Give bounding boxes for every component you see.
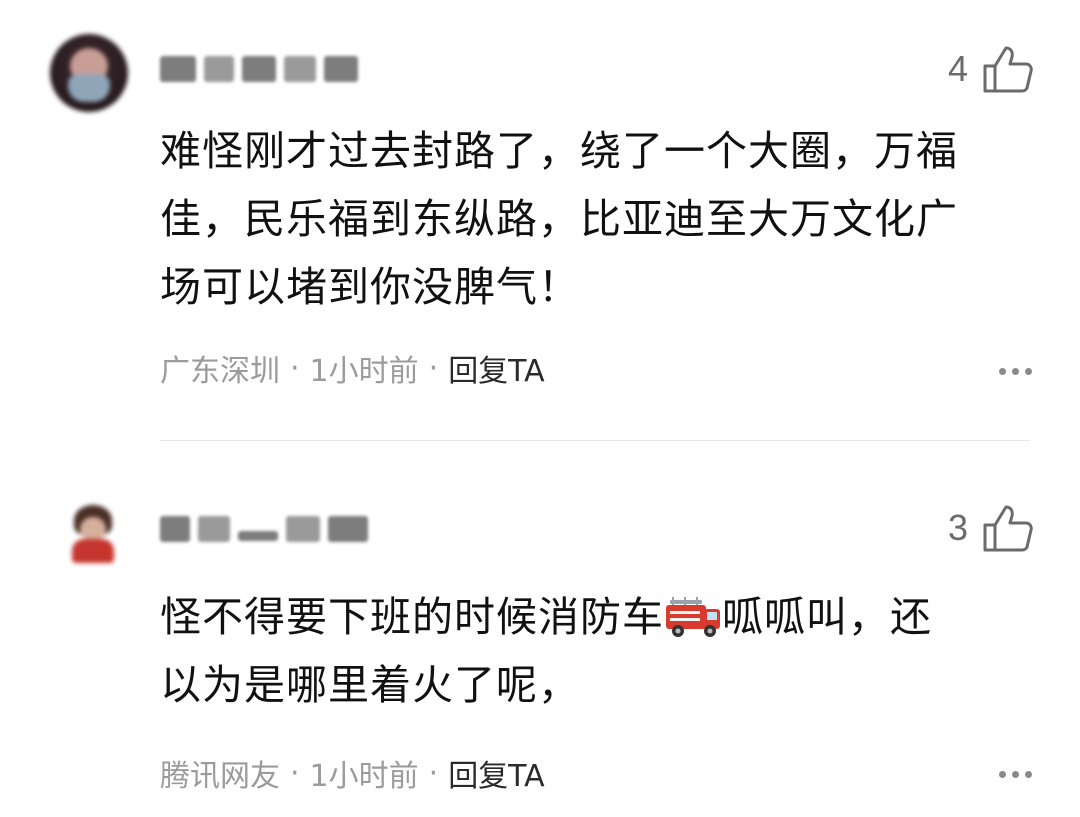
comment-meta: 腾讯网友 · 1小时前 · 回复TA [160,751,545,795]
more-dot [1025,771,1032,778]
comment-location: 腾讯网友 [160,759,280,794]
more-dot [1025,368,1032,375]
like-count: 4 [947,48,968,89]
more-dots-icon[interactable] [999,771,1032,778]
comment-text-line: 场可以堵到你没脾气！ [160,263,580,311]
avatar[interactable] [62,501,124,563]
meta-separator: · [290,350,300,386]
reply-button[interactable]: 回复TA [448,346,545,390]
comment-text-line: 呱呱叫，还 [722,593,932,641]
thumbs-up-icon [983,46,1033,93]
like-button[interactable]: 4 [948,44,1034,94]
reply-button[interactable]: 回复TA [448,751,545,795]
username-blurred[interactable] [160,52,358,86]
meta-separator: · [428,350,439,386]
comment-text-line: 怪不得要下班的时候消防车 [160,593,664,641]
more-dots-icon[interactable] [999,368,1032,375]
username-blurred[interactable] [160,512,368,546]
comment-time: 1小时前 [309,759,419,794]
comment-location: 广东深圳 [160,354,280,389]
comment-meta: 广东深圳 · 1小时前 · 回复TA [160,346,545,390]
meta-separator: · [428,755,439,791]
more-dot [999,368,1006,375]
comment-text-line: 难怪刚才过去封路了，绕了一个大圈，万福 [160,127,958,175]
more-dot [1012,771,1019,778]
comment-time: 1小时前 [309,354,419,389]
fire-engine-emoji [666,597,720,637]
like-button[interactable]: 3 [948,503,1034,553]
comment-item: 3 怪不得要下班的时候消防车 呱呱叫，还 以为是哪里着火了呢， 腾讯网友 · 1… [0,441,1080,817]
avatar-mask [68,74,110,102]
more-dot [999,771,1006,778]
thumbs-up-icon [983,505,1033,552]
comment-text-line: 佳，民乐福到东纵路，比亚迪至大万文化广 [160,195,958,243]
avatar-face [80,517,106,541]
comment-text: 难怪刚才过去封路了，绕了一个大圈，万福 佳，民乐福到东纵路，比亚迪至大万文化广 … [160,117,1040,321]
more-dot [1012,368,1019,375]
comment-text-line: 以为是哪里着火了呢， [160,661,580,709]
meta-separator: · [290,755,300,791]
comment-text: 怪不得要下班的时候消防车 呱呱叫，还 以为是哪里着火了呢， [160,583,1040,719]
comment-item: 4 难怪刚才过去封路了，绕了一个大圈，万福 佳，民乐福到东纵路，比亚迪至大万文化… [0,0,1080,440]
like-count: 3 [947,507,968,548]
avatar-shirt [72,539,114,563]
avatar[interactable] [50,34,128,112]
